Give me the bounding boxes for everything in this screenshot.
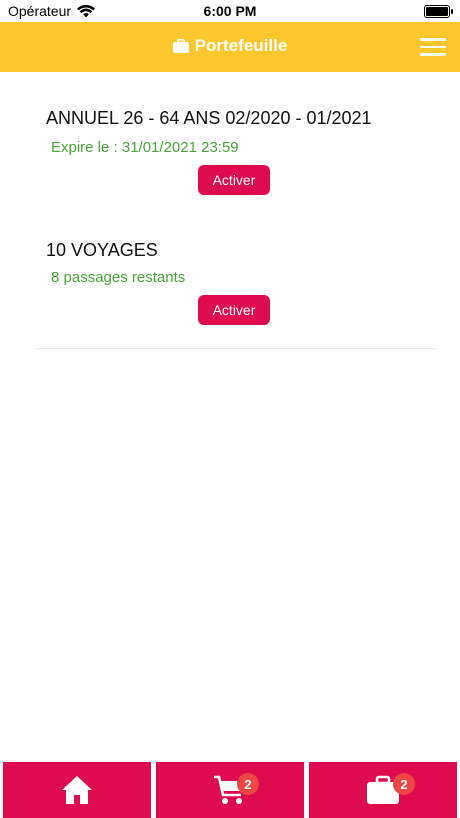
nav-cart[interactable]: 2 — [156, 762, 304, 818]
header-title: Portefeuille — [0, 36, 460, 56]
wallet-icon — [172, 39, 189, 53]
activate-button[interactable]: Activer — [198, 295, 270, 325]
status-bar: Opérateur 6:00 PM — [0, 0, 460, 22]
home-icon — [62, 776, 92, 804]
hamburger-menu-icon[interactable] — [420, 38, 446, 56]
nav-home[interactable] — [3, 762, 151, 818]
divider — [36, 348, 436, 349]
activate-button[interactable]: Activer — [198, 165, 270, 195]
nav-wallet[interactable]: 2 — [309, 762, 457, 818]
ticket-title: 10 VOYAGES — [46, 240, 158, 260]
bottom-nav: 2 2 — [0, 762, 460, 818]
battery-icon — [424, 5, 453, 18]
clock: 6:00 PM — [203, 3, 257, 19]
cart-badge: 2 — [237, 773, 259, 795]
ticket-remaining: 8 passages restants — [51, 269, 186, 286]
app-header: Portefeuille — [0, 22, 460, 72]
ticket-title: ANNUEL 26 - 64 ANS 02/2020 - 01/2021 — [46, 108, 372, 128]
ticket-expiry: Expire le : 31/01/2021 23:59 — [51, 139, 239, 156]
wallet-badge: 2 — [393, 773, 415, 795]
page-title: Portefeuille — [194, 36, 288, 55]
